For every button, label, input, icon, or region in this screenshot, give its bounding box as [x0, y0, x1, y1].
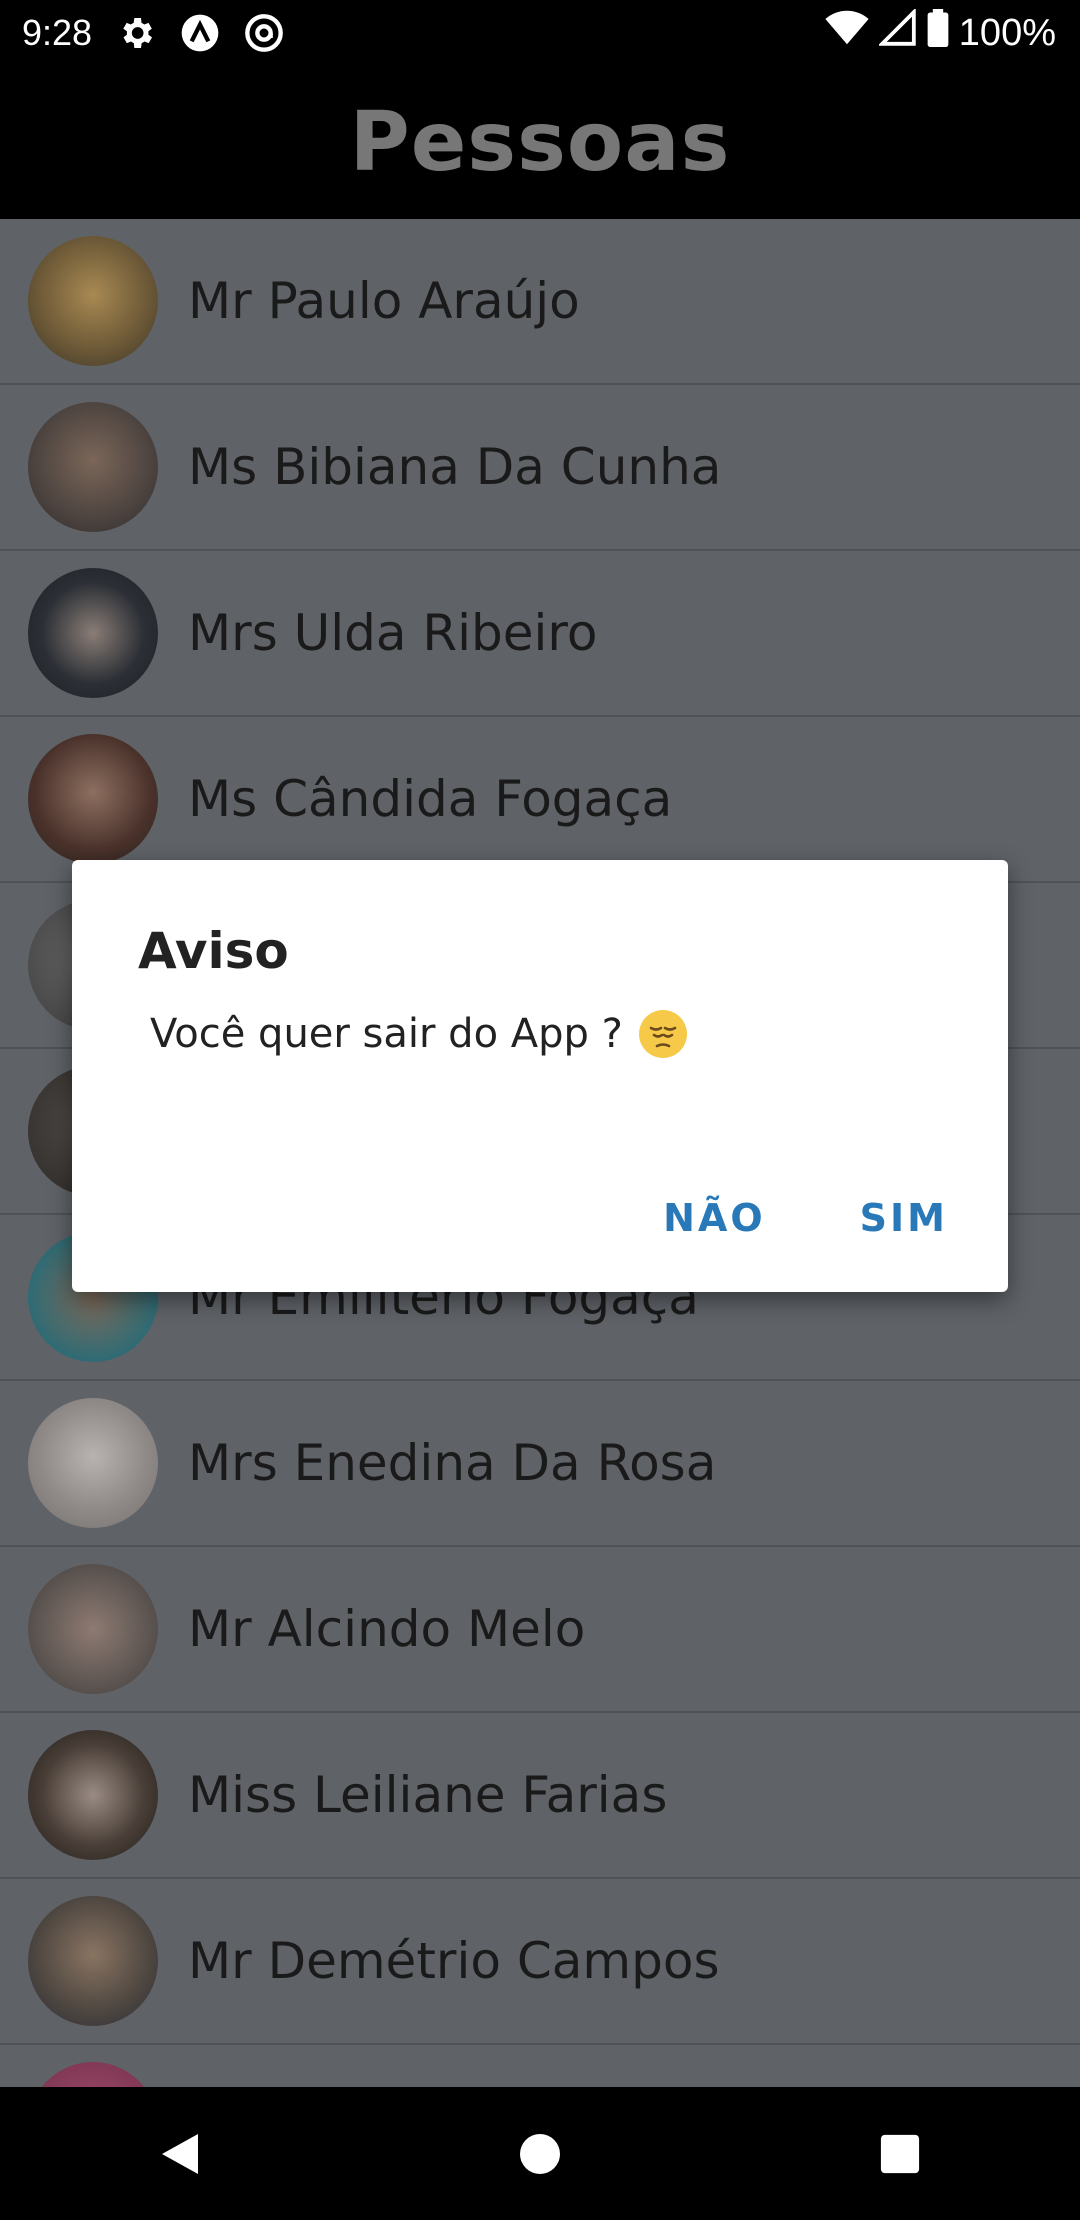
recents-icon[interactable]: [870, 2124, 930, 2184]
person-name: Mr Alcindo Melo: [188, 1600, 586, 1658]
avatar: [28, 568, 158, 698]
navigation-bar: [0, 2087, 1080, 2220]
app-bar: Pessoas: [0, 66, 1080, 219]
list-item[interactable]: Mrs Enedina Da Rosa: [0, 1381, 1080, 1547]
avatar: [28, 734, 158, 864]
list-item[interactable]: Mr Demétrio Campos: [0, 1879, 1080, 2045]
avatar: [28, 2062, 158, 2087]
list-item[interactable]: Miss Leiliane Farias: [0, 1713, 1080, 1879]
battery-level: 100%: [958, 11, 1056, 54]
avatar: [28, 1564, 158, 1694]
dialog-message-row: Você quer sair do App ?: [150, 1008, 689, 1060]
app-a-icon: [180, 13, 220, 53]
exit-dialog: Aviso Você quer sair do App ? NÃO SIM: [72, 860, 1008, 1292]
person-name: Mrs Enedina Da Rosa: [188, 1434, 717, 1492]
wifi-icon: [825, 10, 869, 56]
at-sign-icon: [244, 13, 284, 53]
list-item[interactable]: Mr Paulo Araújo: [0, 219, 1080, 385]
dialog-title: Aviso: [138, 922, 289, 980]
page-title: Pessoas: [349, 95, 731, 190]
list-item[interactable]: Ms Bibiana Da Cunha: [0, 385, 1080, 551]
avatar: [28, 402, 158, 532]
person-name: Mr Demétrio Campos: [188, 1932, 720, 1990]
pensive-face-icon: [637, 1008, 689, 1060]
no-button[interactable]: NÃO: [663, 1196, 766, 1240]
list-item[interactable]: Mr Alcindo Melo: [0, 1547, 1080, 1713]
person-name: Miss Leiliane Farias: [188, 1766, 668, 1824]
yes-button[interactable]: SIM: [860, 1196, 948, 1240]
list-item[interactable]: [0, 2045, 1080, 2087]
dialog-message: Você quer sair do App ?: [150, 1011, 623, 1057]
home-icon[interactable]: [510, 2124, 570, 2184]
avatar: [28, 1730, 158, 1860]
dialog-actions: NÃO SIM: [663, 1196, 948, 1240]
avatar: [28, 1896, 158, 2026]
list-item[interactable]: Mrs Ulda Ribeiro: [0, 551, 1080, 717]
avatar: [28, 236, 158, 366]
signal-icon: [877, 7, 917, 57]
list-item[interactable]: Ms Cândida Fogaça: [0, 717, 1080, 883]
person-name: Mr Paulo Araújo: [188, 272, 580, 330]
status-time: 9:28: [22, 12, 93, 53]
person-name: Ms Cândida Fogaça: [188, 770, 673, 828]
settings-icon: [116, 13, 156, 53]
back-icon[interactable]: [150, 2124, 210, 2184]
battery-icon: [927, 9, 949, 57]
status-bar: 9:28 100%: [0, 0, 1080, 66]
person-name: Mrs Ulda Ribeiro: [188, 604, 598, 662]
avatar: [28, 1398, 158, 1528]
person-name: Ms Bibiana Da Cunha: [188, 438, 722, 496]
